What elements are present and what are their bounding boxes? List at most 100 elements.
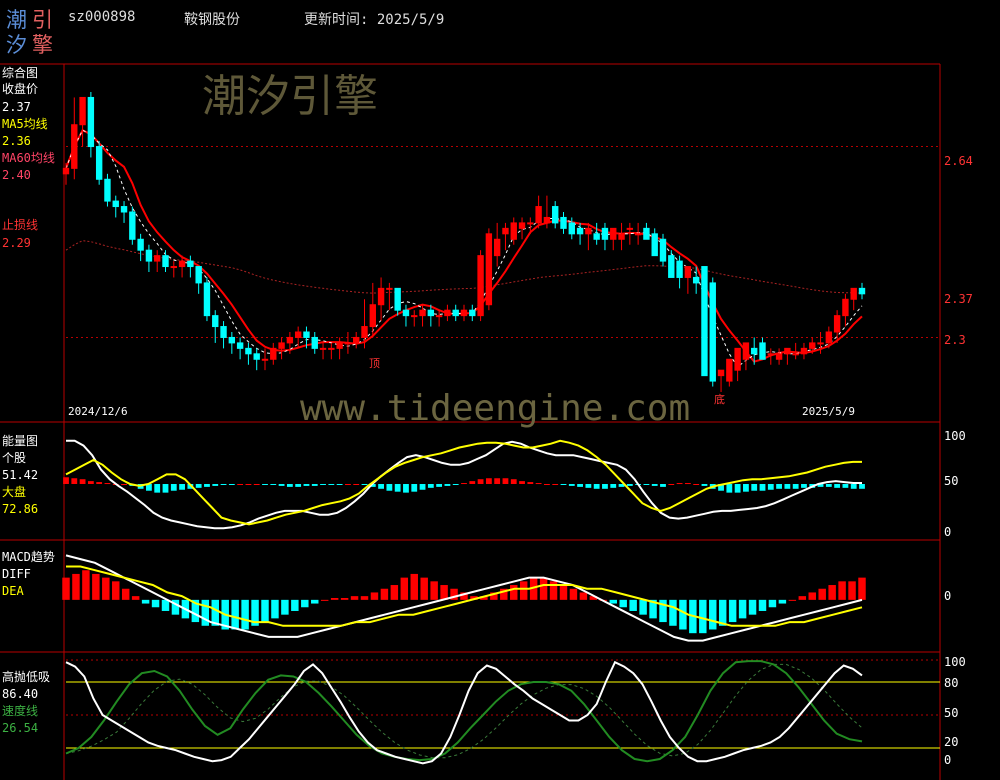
- stop-loss-label: 止损线: [2, 218, 39, 232]
- candle-body: [460, 309, 468, 317]
- energy-bar: [776, 484, 782, 489]
- candle-body: [87, 96, 95, 148]
- candle-body: [154, 255, 161, 262]
- energy-bar: [693, 484, 700, 485]
- energy-axis-50: 50: [944, 474, 959, 488]
- candle-body: [535, 206, 542, 224]
- price-axis-label-2: 2.37: [944, 292, 973, 306]
- candle-body: [195, 266, 202, 284]
- candle-body: [104, 178, 111, 202]
- energy-bar: [436, 484, 443, 487]
- energy-bar: [469, 481, 476, 484]
- diff-label: DIFF: [2, 567, 31, 581]
- candle-body: [634, 233, 642, 236]
- energy-bar: [286, 484, 293, 487]
- energy-bar: [353, 484, 360, 485]
- candle-body: [817, 342, 824, 345]
- energy-yellow-line: [65, 439, 862, 526]
- date-start: 2024/12/6: [68, 405, 128, 418]
- candle-body: [850, 287, 857, 300]
- macd-bar: [201, 599, 210, 626]
- energy-bar: [461, 483, 467, 485]
- candle-body: [485, 233, 493, 306]
- gaopao-panel-title: 高抛低吸: [2, 670, 51, 684]
- macd-bar: [420, 577, 428, 600]
- candle-body: [518, 222, 526, 229]
- logo-char-1: 潮: [6, 8, 27, 32]
- bottom-marker: 底: [714, 393, 725, 406]
- candle-body: [717, 369, 725, 377]
- energy-bar: [477, 479, 484, 484]
- candle-body: [336, 342, 343, 349]
- energy-bar: [792, 484, 799, 489]
- candle-body: [187, 260, 194, 268]
- energy-panel-title: 能量图: [2, 434, 39, 448]
- stock-name: 鞍钢股份: [184, 12, 240, 28]
- macd-bar: [629, 599, 637, 611]
- energy-bar: [577, 484, 583, 487]
- energy-bar: [502, 478, 509, 484]
- energy-white-line: [66, 439, 862, 530]
- macd-bar: [539, 577, 548, 600]
- energy-label-2: 大盘: [2, 485, 27, 499]
- macd-bar: [370, 592, 379, 600]
- date-end: 2025/5/9: [802, 405, 855, 418]
- gaopao-axis-50: 50: [944, 706, 959, 720]
- ma5-value: 2.36: [2, 134, 31, 148]
- macd-panel-title: MACD趋势: [2, 550, 55, 564]
- energy-bar: [154, 484, 161, 493]
- energy-bar: [444, 484, 451, 486]
- energy-bar: [253, 484, 260, 485]
- candle-body: [278, 342, 285, 349]
- candle-body: [253, 353, 260, 360]
- macd-bar: [699, 599, 707, 634]
- candle-body: [775, 353, 783, 360]
- candle-body: [303, 331, 310, 338]
- candle-body: [626, 227, 634, 230]
- macd-bar: [141, 599, 150, 604]
- energy-bar: [519, 481, 525, 484]
- ma5-dashed-line: [65, 129, 863, 368]
- energy-bar: [701, 484, 708, 486]
- energy-bar: [510, 479, 517, 484]
- candle-body: [668, 255, 675, 278]
- energy-bar: [320, 484, 326, 485]
- energy-bar: [859, 484, 865, 489]
- energy-bar: [361, 484, 368, 485]
- candle-body: [294, 331, 302, 338]
- macd-bar: [72, 573, 80, 600]
- energy-bar: [87, 481, 94, 484]
- candle-body: [701, 266, 708, 377]
- macd-bar: [818, 588, 826, 600]
- energy-bar: [96, 482, 103, 484]
- energy-bar: [834, 484, 841, 488]
- macd-bar: [679, 599, 687, 630]
- candle-body: [344, 342, 352, 345]
- candle-body: [71, 124, 78, 169]
- candle-body: [543, 216, 551, 224]
- candle-body: [62, 167, 70, 175]
- energy-bar: [759, 484, 766, 491]
- energy-bar: [535, 483, 542, 485]
- energy-bar: [842, 484, 849, 488]
- candle-body: [170, 266, 177, 269]
- energy-bar: [386, 484, 393, 491]
- energy-bar: [195, 484, 202, 488]
- macd-bar: [639, 599, 647, 615]
- candle-body: [369, 304, 376, 328]
- energy-bar: [204, 484, 210, 487]
- energy-bar: [825, 484, 832, 487]
- candle-body: [568, 222, 575, 235]
- energy-bar: [660, 484, 666, 487]
- macd-bar: [758, 599, 767, 611]
- energy-bar: [494, 478, 501, 484]
- macd-bar: [131, 596, 140, 600]
- candle-body: [419, 309, 426, 317]
- macd-bar: [559, 585, 568, 600]
- candle-body: [742, 342, 750, 360]
- macd-bar: [669, 599, 677, 626]
- macd-bar: [430, 581, 438, 600]
- candle-body: [162, 255, 169, 268]
- energy-bar: [552, 484, 559, 485]
- macd-bar: [102, 577, 110, 600]
